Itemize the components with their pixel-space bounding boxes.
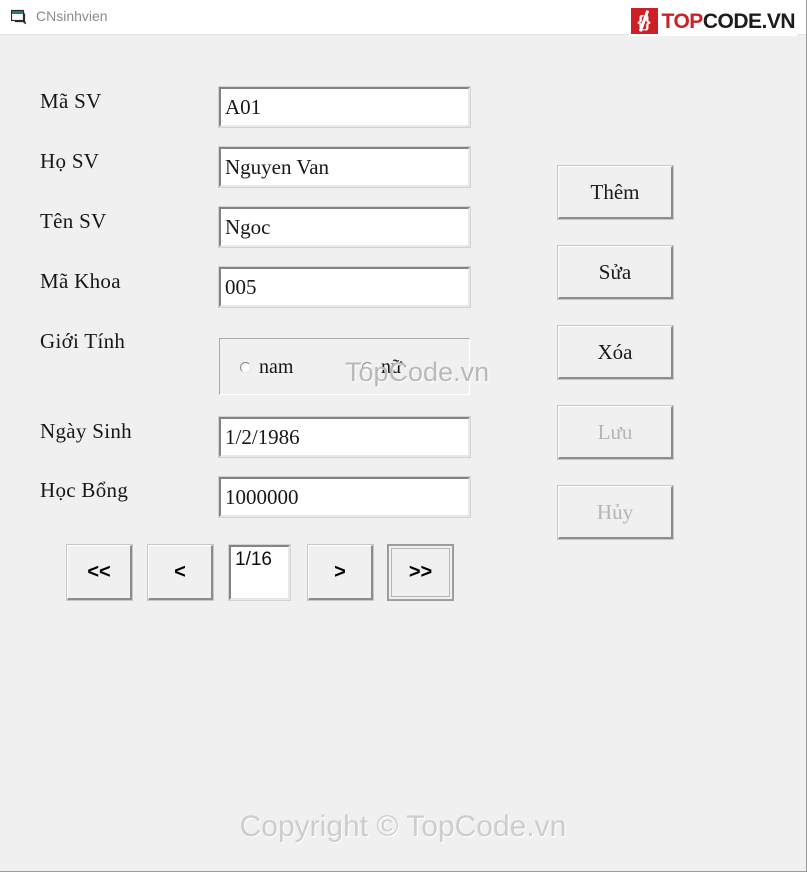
ten-sv-input[interactable]: Ngoc <box>218 206 471 248</box>
radio-circle-icon <box>240 361 251 373</box>
label-ma-sv: Mã SV <box>40 89 102 113</box>
logo-word-accent: TOP <box>661 9 704 33</box>
them-button[interactable]: Thêm <box>557 165 674 220</box>
sua-button[interactable]: Sửa <box>557 245 674 300</box>
label-gioi-tinh: Giới Tính <box>40 329 126 353</box>
radio-gender-nu-label: nữ <box>381 356 402 378</box>
huy-button: Hủy <box>557 485 674 540</box>
ma-khoa-input[interactable]: 005 <box>218 266 471 308</box>
nav-last-button[interactable]: >> <box>387 544 454 601</box>
topcode-logo-mark: { } <box>630 8 658 34</box>
label-hoc-bong: Học Bổng <box>40 478 129 502</box>
hoc-bong-input[interactable]: 1000000 <box>218 476 471 518</box>
radio-gender-nu[interactable]: nữ <box>362 357 402 377</box>
logo-word-rest: CODE.VN <box>702 9 796 33</box>
luu-button: Lưu <box>557 405 674 460</box>
radio-circle-icon <box>362 361 373 373</box>
topcode-logo: { } TOPCODE.VN <box>628 6 797 36</box>
nav-first-button[interactable]: << <box>66 544 133 601</box>
footer-watermark: Copyright © TopCode.vn <box>239 810 567 843</box>
label-ma-khoa: Mã Khoa <box>40 269 121 293</box>
xoa-button[interactable]: Xóa <box>557 325 674 380</box>
record-position-input[interactable]: 1/16 <box>228 544 291 601</box>
radio-gender-nam-label: nam <box>259 356 294 378</box>
application-window: CNsinhvien – ☐ ✕ { } TOPCODE.VN Mã SV Họ… <box>0 0 807 872</box>
ma-sv-input[interactable]: A01 <box>218 86 471 128</box>
nav-previous-button[interactable]: < <box>147 544 214 601</box>
label-ngay-sinh: Ngày Sinh <box>40 419 132 443</box>
label-ho-sv: Họ SV <box>40 149 100 173</box>
gender-group: nam nữ <box>219 338 470 395</box>
topcode-logo-text: TOPCODE.VN <box>661 9 796 33</box>
ho-sv-input[interactable]: Nguyen Van <box>218 146 471 188</box>
title-bar: CNsinhvien – ☐ ✕ { } TOPCODE.VN <box>0 0 806 36</box>
window-title: CNsinhvien <box>36 8 108 24</box>
ngay-sinh-input[interactable]: 1/2/1986 <box>218 416 471 458</box>
label-ten-sv: Tên SV <box>40 209 107 233</box>
form-window-icon <box>10 9 29 25</box>
nav-next-button[interactable]: > <box>307 544 374 601</box>
radio-gender-nam[interactable]: nam <box>240 357 293 377</box>
